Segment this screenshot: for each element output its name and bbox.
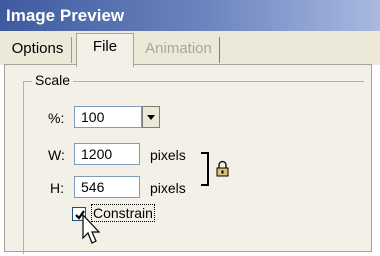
chevron-down-icon	[147, 115, 155, 120]
tab-bar: Options File Animation	[0, 31, 380, 67]
lock-icon[interactable]	[214, 160, 232, 178]
tab-options[interactable]: Options	[4, 37, 72, 63]
percent-input[interactable]: 100	[74, 106, 142, 128]
height-label: H:	[50, 180, 64, 196]
window-title: Image Preview	[6, 6, 125, 25]
width-unit-label: pixels	[150, 147, 186, 163]
title-bar: Image Preview	[0, 0, 380, 31]
constrain-link-bracket	[201, 152, 209, 186]
percent-dropdown-button[interactable]	[142, 106, 160, 128]
scale-group-label: Scale	[32, 72, 74, 88]
arrow-pointer-icon	[82, 214, 101, 244]
width-label: W:	[48, 147, 65, 163]
percent-label: %:	[48, 110, 65, 126]
tab-file[interactable]: File	[76, 33, 134, 67]
width-input[interactable]: 1200	[74, 143, 140, 165]
height-input[interactable]: 546	[74, 176, 140, 198]
tab-animation: Animation	[138, 37, 220, 63]
height-unit-label: pixels	[150, 180, 186, 196]
